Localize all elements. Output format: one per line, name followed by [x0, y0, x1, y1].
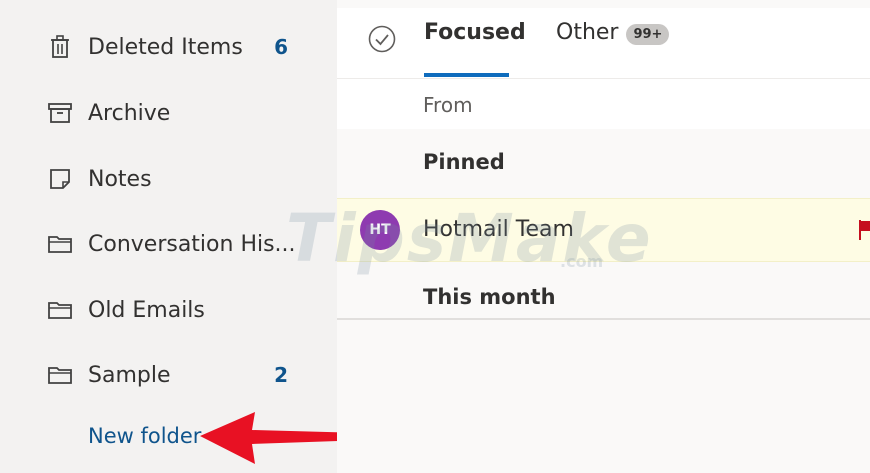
avatar: HT — [360, 210, 400, 250]
from-column-label: From — [423, 93, 473, 117]
sidebar-item-conversation-history[interactable]: Conversation His... — [40, 222, 300, 266]
unread-count: 2 — [274, 363, 288, 387]
tab-label: Other — [556, 20, 619, 45]
unread-badge: 99+ — [626, 24, 670, 45]
message-list-pane: Focused Other 99+ From Pinned HT Hotmail… — [337, 0, 870, 473]
section-divider — [337, 318, 870, 320]
sidebar-item-label: Deleted Items — [88, 34, 243, 60]
sidebar-item-deleted-items[interactable]: Deleted Items 6 — [40, 25, 300, 69]
unread-count: 6 — [274, 35, 288, 59]
folder-pane: Deleted Items 6 Archive Notes Conversati… — [0, 0, 398, 473]
tab-label: Focused — [424, 20, 526, 45]
message-sender: Hotmail Team — [423, 217, 574, 242]
trash-icon — [48, 35, 72, 59]
new-folder-link[interactable]: New folder — [88, 424, 201, 448]
sidebar-item-archive[interactable]: Archive — [40, 91, 300, 135]
sidebar-item-label: Notes — [88, 166, 152, 192]
sidebar-item-old-emails[interactable]: Old Emails — [40, 288, 300, 332]
flag-icon[interactable] — [858, 219, 870, 241]
note-icon — [48, 167, 72, 191]
folder-icon — [48, 298, 72, 322]
sidebar-item-notes[interactable]: Notes — [40, 157, 300, 201]
folder-icon — [48, 363, 72, 387]
active-tab-indicator — [424, 73, 509, 77]
sidebar-item-label: Conversation His... — [88, 231, 296, 257]
tab-other[interactable]: Other 99+ — [556, 20, 670, 76]
sidebar-item-label: Sample — [88, 362, 171, 388]
sidebar-item-sample[interactable]: Sample 2 — [40, 353, 300, 397]
archive-icon — [48, 101, 72, 125]
sidebar-item-label: Old Emails — [88, 297, 205, 323]
sidebar-item-label: Archive — [88, 100, 171, 126]
folder-icon — [48, 232, 72, 256]
inbox-tabs-bar: Focused Other 99+ — [337, 8, 870, 79]
group-header-this-month: This month — [423, 285, 556, 309]
select-all-check-icon[interactable] — [367, 24, 397, 54]
tab-focused[interactable]: Focused — [424, 20, 526, 77]
sort-header[interactable]: From — [337, 79, 870, 129]
message-row[interactable]: HT Hotmail Team — [337, 198, 870, 262]
group-header-pinned: Pinned — [423, 150, 505, 174]
